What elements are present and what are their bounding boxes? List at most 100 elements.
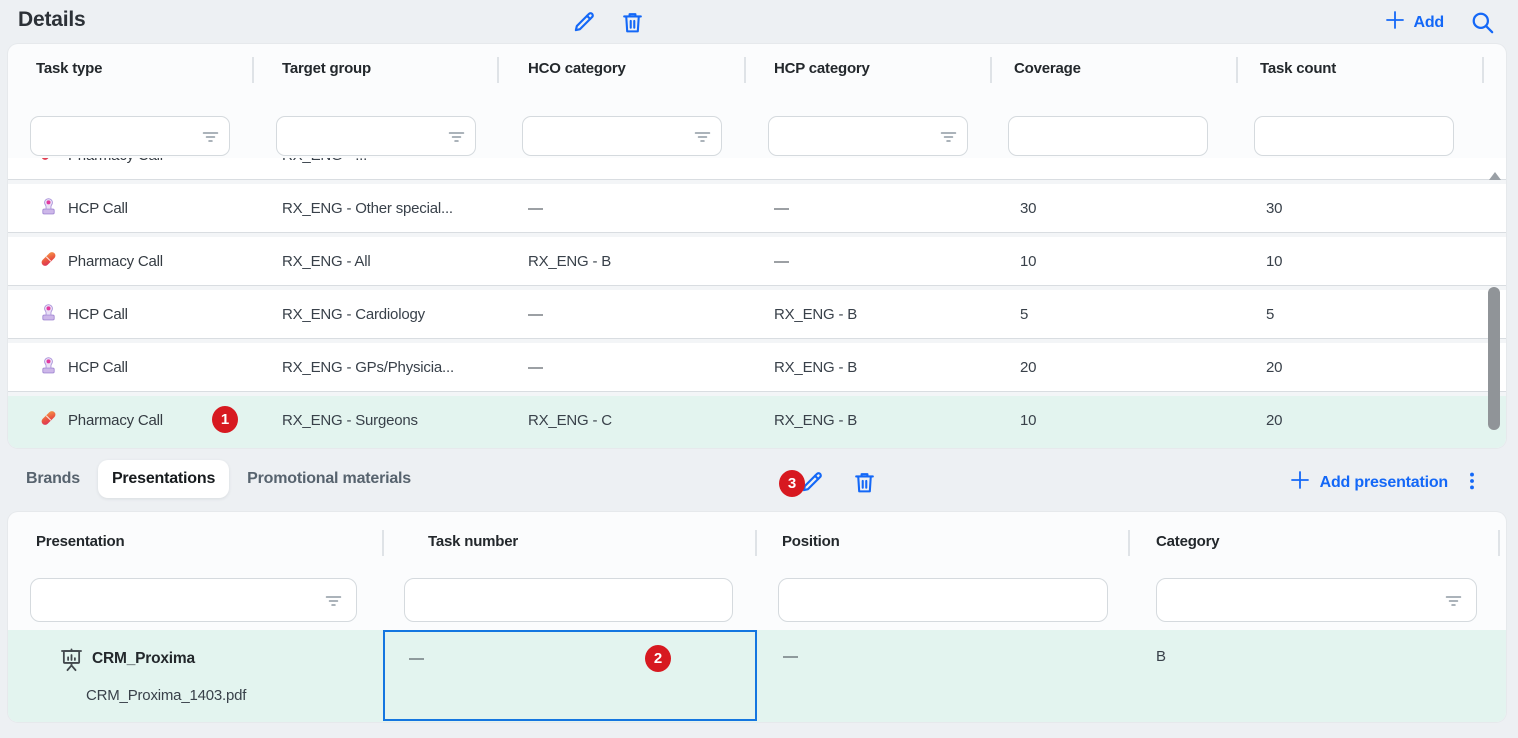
filter-input-hco-category[interactable] bbox=[522, 116, 722, 156]
coverage-cell: 5 bbox=[1020, 306, 1266, 323]
coverage-cell: 30 bbox=[1020, 200, 1266, 217]
hcp-category-cell: — bbox=[774, 158, 1020, 164]
tasks-table-body: Pharmacy CallRX_ENG - ...—— HCP Call RX_EN… bbox=[8, 158, 1506, 448]
hcp-category-cell: — bbox=[774, 200, 1020, 217]
step-badge-1: 1 bbox=[212, 406, 238, 433]
column-header-target-group: Target group bbox=[282, 60, 371, 77]
presentation-file-name: CRM_Proxima_1403.pdf bbox=[86, 687, 246, 704]
presentation-screen-icon bbox=[58, 646, 85, 679]
task-type-cell: Pharmacy Call bbox=[36, 158, 282, 168]
column-header-task-count: Task count bbox=[1260, 60, 1336, 77]
add-presentation-button[interactable]: Add presentation bbox=[1288, 468, 1448, 497]
column-separator bbox=[1128, 530, 1130, 556]
step-badge-2: 2 bbox=[645, 645, 671, 672]
target-group-cell: RX_ENG - Surgeons bbox=[282, 412, 528, 429]
top-toolbar: Details Add bbox=[0, 0, 1518, 44]
column-separator bbox=[382, 530, 384, 556]
column-separator bbox=[744, 57, 746, 83]
filter-input-hcp-category[interactable] bbox=[768, 116, 968, 156]
filter-input-task-number[interactable] bbox=[404, 578, 733, 622]
add-button[interactable]: Add bbox=[1383, 8, 1444, 37]
task-type-label: Pharmacy Call bbox=[68, 253, 163, 270]
hcp-category-cell: — bbox=[774, 253, 1020, 270]
table-row[interactable]: HCP CallRX_ENG - Cardiology—RX_ENG - B55 bbox=[8, 290, 1506, 343]
table-row-body: Pharmacy CallRX_ENG - SurgeonsRX_ENG - C… bbox=[8, 396, 1506, 444]
hcp-category-cell: RX_ENG - B bbox=[774, 306, 1020, 323]
tab-presentations[interactable]: Presentations bbox=[98, 460, 229, 498]
kebab-menu-icon[interactable] bbox=[1460, 468, 1484, 494]
task-number-cell-focused[interactable]: — bbox=[383, 630, 757, 721]
hcp-call-icon bbox=[38, 354, 59, 380]
hco-category-cell: — bbox=[528, 306, 774, 323]
delete-presentation-button[interactable] bbox=[850, 468, 878, 496]
scrollbar-thumb[interactable] bbox=[1488, 287, 1500, 430]
table-row[interactable]: Pharmacy CallRX_ENG - SurgeonsRX_ENG - C… bbox=[8, 396, 1506, 448]
presentations-table-card: PresentationTask numberPositionCategory … bbox=[8, 512, 1506, 722]
filter-input-task-type[interactable] bbox=[30, 116, 230, 156]
hcp-call-icon bbox=[38, 301, 59, 327]
hco-category-cell: — bbox=[528, 200, 774, 217]
task-count-cell: 10 bbox=[1266, 253, 1506, 270]
hcp-category-cell: RX_ENG - B bbox=[774, 359, 1020, 376]
task-type-label: HCP Call bbox=[68, 359, 128, 376]
trash-icon bbox=[620, 10, 645, 35]
task-type-label: HCP Call bbox=[68, 200, 128, 217]
tab-promotional-materials[interactable]: Promotional materials bbox=[233, 460, 425, 498]
column-separator bbox=[990, 57, 992, 83]
delete-button[interactable] bbox=[618, 8, 646, 36]
hcp-call-icon bbox=[38, 195, 59, 221]
table-row-body: Pharmacy CallRX_ENG - AllRX_ENG - B—1010 bbox=[8, 237, 1506, 285]
presentation-row[interactable]: CRM_ProximaCRM_Proxima_1403.pdf2——B bbox=[8, 630, 1506, 722]
filter-input-presentation[interactable] bbox=[30, 578, 357, 622]
column-header-hco-category: HCO category bbox=[528, 60, 626, 77]
edit-button[interactable] bbox=[570, 8, 598, 36]
column-separator bbox=[755, 530, 757, 556]
hco-category-cell: — bbox=[528, 359, 774, 376]
table-row[interactable]: Pharmacy CallRX_ENG - ...—— bbox=[8, 158, 1506, 184]
presentation-name: CRM_Proxima bbox=[92, 650, 195, 668]
task-type-label: HCP Call bbox=[68, 306, 128, 323]
filter-input-target-group[interactable] bbox=[276, 116, 476, 156]
plus-icon bbox=[1383, 8, 1407, 37]
task-type-label: Pharmacy Call bbox=[68, 412, 163, 429]
task-number-value: — bbox=[409, 650, 424, 667]
coverage-cell: 10 bbox=[1020, 253, 1266, 270]
target-group-cell: RX_ENG - Cardiology bbox=[282, 306, 528, 323]
filter-input-category[interactable] bbox=[1156, 578, 1477, 622]
task-count-cell: 20 bbox=[1266, 359, 1506, 376]
task-count-cell: 5 bbox=[1266, 306, 1506, 323]
column-separator bbox=[1236, 57, 1238, 83]
task-type-cell: HCP Call bbox=[36, 195, 282, 221]
category-value: B bbox=[1156, 648, 1166, 665]
search-icon bbox=[1469, 9, 1496, 36]
details-page: Details Add Task type Target group HCO cat… bbox=[0, 0, 1518, 738]
target-group-cell: RX_ENG - GPs/Physicia... bbox=[282, 359, 528, 376]
filter-input-position[interactable] bbox=[778, 578, 1108, 622]
column-header-hcp-category: HCP category bbox=[774, 60, 870, 77]
trash-icon bbox=[852, 470, 877, 495]
page-title: Details bbox=[18, 8, 85, 32]
column-header-task-type: Task type bbox=[36, 60, 102, 77]
filter-input-coverage[interactable] bbox=[1008, 116, 1208, 156]
task-count-cell: 30 bbox=[1266, 200, 1506, 217]
table-row-body: HCP Call RX_ENG - GPs/Physicia...—RX_ENG … bbox=[8, 343, 1506, 391]
filter-input-task-count[interactable] bbox=[1254, 116, 1454, 156]
column-header-category: Category bbox=[1156, 533, 1219, 550]
pharmacy-call-icon bbox=[38, 248, 59, 274]
table-row[interactable]: Pharmacy CallRX_ENG - AllRX_ENG - B—1010 bbox=[8, 237, 1506, 290]
scroll-up-arrow-icon[interactable] bbox=[1489, 172, 1501, 180]
presentations-toolbar: BrandsPresentationsPromotional materials… bbox=[8, 448, 1510, 512]
column-separator bbox=[1482, 57, 1484, 83]
column-separator bbox=[252, 57, 254, 83]
table-row[interactable]: HCP CallRX_ENG - Other special...——3030 bbox=[8, 184, 1506, 237]
table-row-body: HCP CallRX_ENG - Cardiology—RX_ENG - B55 bbox=[8, 290, 1506, 338]
pencil-icon bbox=[571, 9, 597, 35]
table-row[interactable]: HCP Call RX_ENG - GPs/Physicia...—RX_ENG … bbox=[8, 343, 1506, 396]
table-row-body: HCP CallRX_ENG - Other special...——3030 bbox=[8, 184, 1506, 232]
vertical-scrollbar bbox=[1486, 158, 1502, 448]
target-group-cell: RX_ENG - Other special... bbox=[282, 200, 528, 217]
tab-brands[interactable]: Brands bbox=[12, 460, 94, 498]
column-separator bbox=[497, 57, 499, 83]
search-button[interactable] bbox=[1468, 8, 1496, 36]
task-type-cell: Pharmacy Call bbox=[36, 407, 282, 433]
